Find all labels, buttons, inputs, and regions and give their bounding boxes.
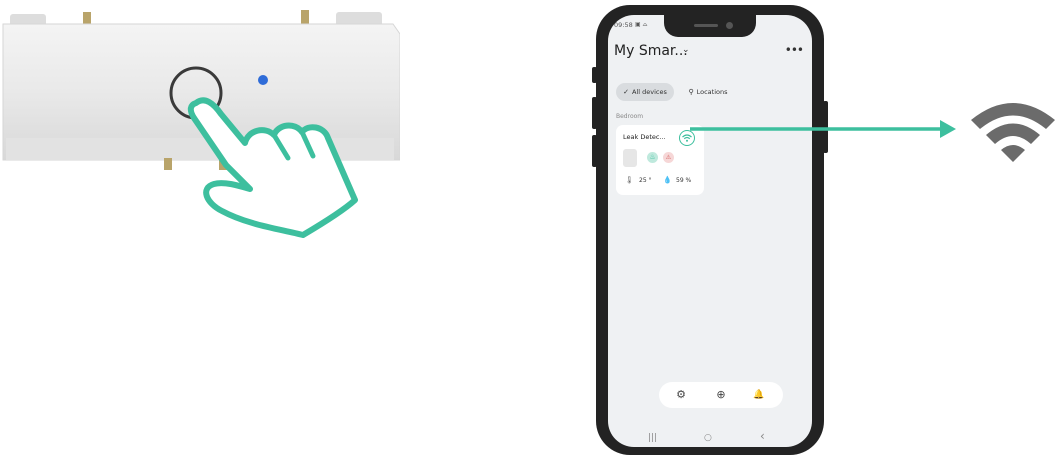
- phone-notch: [664, 15, 756, 37]
- device-card[interactable]: Leak Detec... ♨ ⚠ 🌡 25 ° 💧 59 %: [616, 125, 704, 195]
- bell-icon[interactable]: 🔔: [751, 387, 767, 403]
- phone-screen: 09:58 ▣ ⌓ My Smar... ⌄ ••• ✓ All devices…: [608, 15, 812, 447]
- temperature-value: 25 °: [639, 177, 652, 184]
- location-pin-icon: ⚲: [688, 88, 694, 96]
- back-button[interactable]: ‹: [760, 429, 765, 443]
- tab-locations[interactable]: ⚲ Locations: [680, 83, 736, 101]
- chevron-down-icon[interactable]: ⌄: [682, 45, 690, 55]
- tab-all-devices[interactable]: ✓ All devices: [616, 83, 674, 101]
- droplet-icon: 💧: [663, 176, 672, 184]
- leak-alert-icon: ⚠: [663, 152, 674, 163]
- home-title[interactable]: My Smar...: [614, 43, 688, 59]
- tab-label: All devices: [632, 88, 667, 96]
- hub-top-connectors: [83, 10, 309, 24]
- hub-device-illustration: [2, 10, 400, 238]
- humidity-value: 59 %: [676, 177, 692, 184]
- wifi-icon[interactable]: [679, 130, 695, 146]
- wifi-icon: [971, 103, 1055, 162]
- device-name: Leak Detec...: [623, 133, 666, 141]
- hub-status-led: [258, 75, 268, 85]
- home-button[interactable]: ○: [704, 433, 712, 443]
- leak-sensor-icon: ♨: [647, 152, 658, 163]
- room-label: Bedroom: [616, 113, 644, 120]
- add-icon[interactable]: ⊕: [713, 387, 729, 403]
- recent-apps-button[interactable]: |||: [648, 433, 657, 443]
- bottom-nav-bar: ⚙ ⊕ 🔔: [659, 382, 783, 408]
- more-options-icon[interactable]: •••: [785, 43, 804, 57]
- tab-label: Locations: [696, 88, 728, 96]
- settings-icon[interactable]: ⚙: [673, 387, 689, 403]
- thermometer-icon: 🌡: [625, 176, 634, 184]
- status-time: 09:58: [614, 21, 633, 29]
- device-thumbnail: [623, 149, 637, 167]
- phone: 09:58 ▣ ⌓ My Smar... ⌄ ••• ✓ All devices…: [592, 5, 828, 455]
- status-icons: ▣ ⌓: [635, 21, 648, 28]
- check-icon: ✓: [623, 88, 629, 96]
